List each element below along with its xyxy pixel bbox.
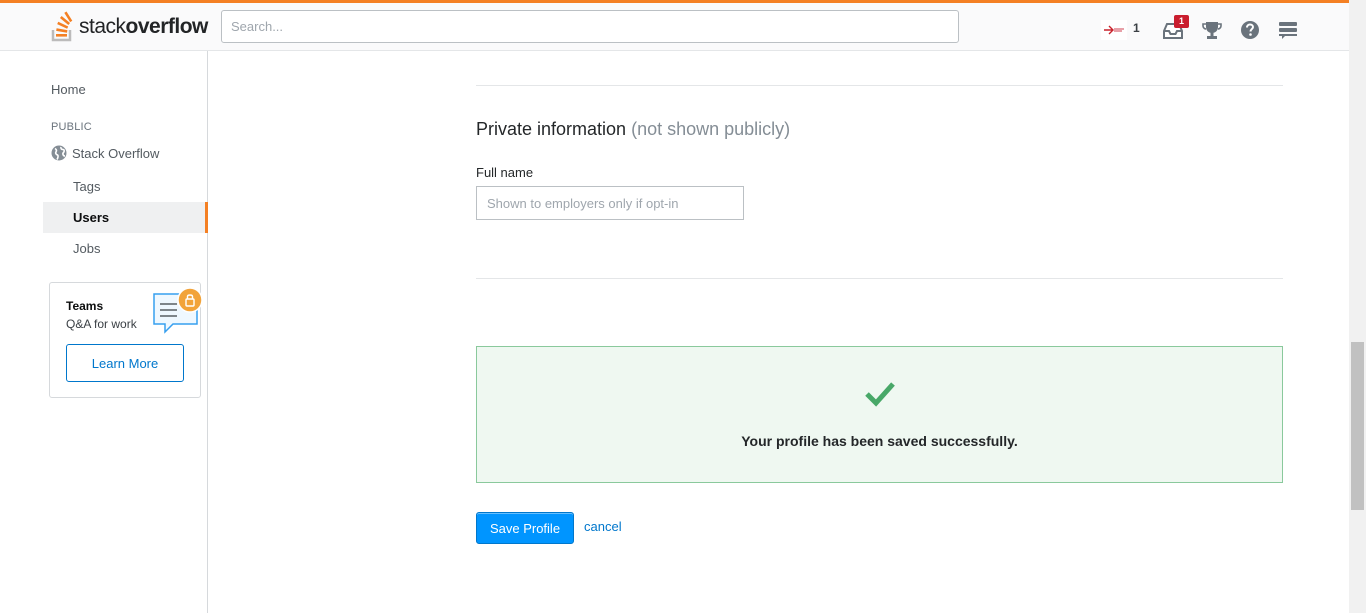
full-name-label: Full name [476, 165, 534, 180]
scrollbar[interactable] [1349, 0, 1366, 613]
teams-chat-illustration-icon [153, 287, 203, 334]
full-name-input[interactable] [476, 186, 744, 220]
teams-title: Teams [66, 299, 104, 313]
nav-tags[interactable]: Tags [43, 171, 208, 202]
nav-stack-overflow-label: Stack Overflow [72, 145, 160, 161]
stack-overflow-logo-icon [51, 11, 73, 42]
reputation-count: 1 [1133, 21, 1140, 35]
divider [476, 85, 1283, 86]
site-switcher-icon[interactable] [1277, 19, 1299, 41]
top-bar: stackoverflow 1 1 [0, 0, 1366, 51]
section-title: Private information (not shown publicly) [476, 119, 791, 139]
teams-subtitle: Q&A for work [66, 317, 137, 331]
section-title-note: (not shown publicly) [631, 119, 791, 139]
save-profile-button[interactable]: Save Profile [476, 512, 574, 544]
teams-promo: Teams Q&A for work Learn More [49, 282, 203, 398]
inbox-badge: 1 [1174, 15, 1189, 28]
help-icon[interactable] [1239, 19, 1261, 41]
nav-public-heading: PUBLIC [51, 121, 92, 133]
learn-more-button[interactable]: Learn More [66, 344, 184, 382]
success-message: Your profile has been saved successfully… [741, 433, 1018, 449]
globe-icon [51, 145, 67, 161]
logo-text: stackoverflow [79, 15, 208, 38]
nav-jobs[interactable]: Jobs [43, 233, 208, 264]
achievements-icon[interactable] [1201, 19, 1223, 41]
cancel-link[interactable]: cancel [584, 519, 622, 534]
left-sidebar: Home PUBLIC Stack Overflow Tags Users Jo… [0, 51, 208, 613]
nav-stack-overflow[interactable]: Stack Overflow [51, 145, 159, 161]
search-input[interactable] [221, 10, 959, 43]
divider [476, 278, 1283, 279]
nav-users[interactable]: Users [43, 202, 208, 233]
site-logo[interactable]: stackoverflow [50, 10, 208, 44]
nav-home[interactable]: Home [51, 82, 86, 97]
success-notice: Your profile has been saved successfully… [476, 346, 1283, 483]
scrollbar-thumb[interactable] [1351, 342, 1364, 510]
avatar-icon[interactable] [1101, 20, 1127, 40]
checkmark-icon [865, 382, 895, 407]
